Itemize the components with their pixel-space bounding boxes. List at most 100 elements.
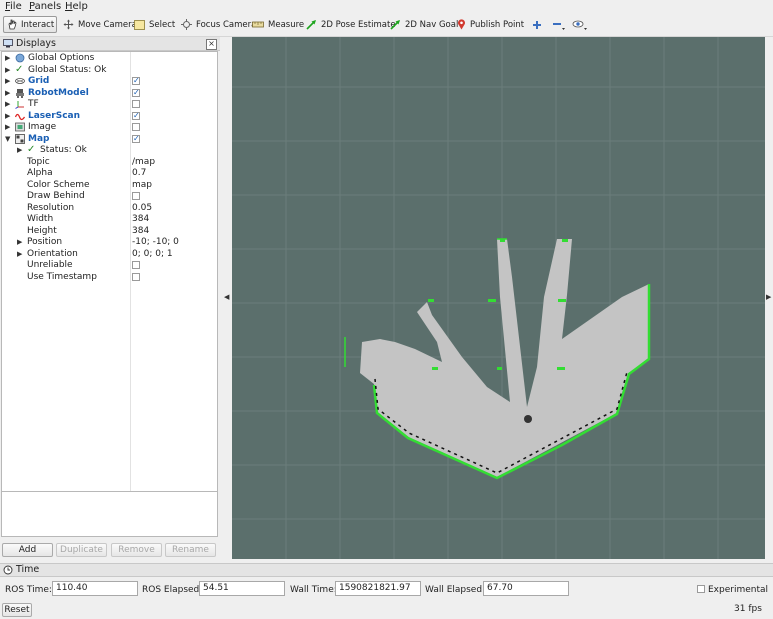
ros-elapsed-field[interactable]: 54.51 [199,581,285,596]
collapse-arrow-icon[interactable]: ▼ [5,135,10,143]
move-arrows-icon [63,19,74,30]
tree-label: Color Scheme [27,179,90,190]
tree-label: Topic [27,156,50,167]
tf-enabled-checkbox[interactable] [132,100,140,108]
tree-label: Draw Behind [27,191,85,201]
expand-arrow-icon[interactable]: ▶ [17,250,22,258]
unreliable-checkbox[interactable] [132,261,140,269]
select-button[interactable]: Select [131,16,178,33]
tree-row-draw-behind[interactable]: Draw Behind [2,191,217,203]
menu-help[interactable]: Help [65,1,88,12]
publish-point-button[interactable]: Publish Point [454,16,527,33]
tree-row-alpha[interactable]: Alpha 0.7 [2,168,217,180]
tree-label: Width [27,214,54,224]
displays-title-bar: Displays × [0,37,220,51]
collapse-right-icon[interactable]: ▶ [766,293,771,301]
wall-elapsed-field[interactable]: 67.70 [483,581,569,596]
expand-arrow-icon[interactable]: ▶ [5,112,10,120]
expand-arrow-icon[interactable]: ▶ [5,54,10,62]
expand-arrow-icon[interactable]: ▶ [5,123,10,131]
close-icon[interactable]: × [206,39,217,50]
grid-enabled-checkbox[interactable]: ✓ [132,77,140,85]
laser-wave-icon [15,113,25,120]
height-value[interactable]: 384 [132,226,149,236]
interact-tool-button[interactable]: Interact [3,16,57,33]
menu-panels[interactable]: Panels [29,1,61,12]
expand-arrow-icon[interactable]: ▶ [5,100,10,108]
tree-label: Unreliable [27,260,73,270]
tree-row-global-options[interactable]: ▶ Global Options [2,53,217,65]
fps-readout: 31 fps [734,604,762,614]
expand-arrow-icon[interactable]: ▶ [5,89,10,97]
expand-arrow-icon[interactable]: ▶ [17,238,22,246]
remove-tool-button[interactable] [549,16,569,33]
image-icon [15,122,25,132]
measure-button[interactable]: Measure [249,16,307,33]
tree-row-position[interactable]: ▶ Position -10; -10; 0 [2,237,217,249]
map-visualization[interactable] [232,37,765,559]
add-tool-button[interactable] [529,16,545,33]
tree-row-image[interactable]: ▶ Image [2,122,217,134]
eye-icon [572,20,587,30]
tree-row-laserscan[interactable]: ▶ LaserScan ✓ [2,111,217,123]
resolution-value[interactable]: 0.05 [132,203,152,213]
ros-time-field[interactable]: 110.40 [52,581,138,596]
alpha-value[interactable]: 0.7 [132,168,146,178]
wall-time-field[interactable]: 1590821821.97 [335,581,421,596]
laserscan-enabled-checkbox[interactable]: ✓ [132,111,140,120]
reset-button[interactable]: Reset [2,603,32,617]
toolbar: Interact Move Camera Select Focus Camera… [0,14,773,37]
use-timestamp-checkbox[interactable] [132,272,140,281]
tree-row-height[interactable]: Height 384 [2,226,217,238]
tree-row-grid[interactable]: ▶ Grid ✓ [2,76,217,88]
add-button[interactable]: Add [2,543,53,557]
experimental-checkbox[interactable] [697,585,705,593]
focus-camera-label: Focus Camera [196,19,257,30]
tree-row-width[interactable]: Width 384 [2,214,217,226]
interact-label: Interact [21,19,55,30]
nav-goal-button[interactable]: 2D Nav Goal [387,16,461,33]
focus-camera-button[interactable]: Focus Camera [178,16,259,33]
color-scheme-value[interactable]: map [132,180,152,190]
remove-button[interactable]: Remove [111,543,162,557]
tree-row-global-status[interactable]: ▶ ✓ Global Status: Ok [2,64,217,77]
tree-row-resolution[interactable]: Resolution 0.05 [2,203,217,215]
tree-label: Resolution [27,202,75,213]
plus-icon [533,20,541,29]
tree-row-map-status[interactable]: ▶ ✓ Status: Ok [2,145,217,157]
orientation-value[interactable]: 0; 0; 0; 1 [132,249,173,259]
tree-row-robotmodel[interactable]: ▶ RobotModel ✓ [2,88,217,100]
view-background [232,37,765,559]
robotmodel-enabled-checkbox[interactable]: ✓ [132,88,140,97]
green-arrow-icon [390,20,400,30]
tree-row-topic[interactable]: Topic /map [2,157,217,169]
menu-file[interactable]: File [5,1,22,12]
checkmark-icon: ✓ [27,144,36,155]
move-camera-button[interactable]: Move Camera [60,16,140,33]
tree-row-color-scheme[interactable]: Color Scheme map [2,180,217,192]
width-value[interactable]: 384 [132,214,149,224]
tree-label: Global Options [28,53,95,63]
image-enabled-checkbox[interactable] [132,123,140,131]
tree-row-use-timestamp[interactable]: Use Timestamp [2,272,217,284]
duplicate-button[interactable]: Duplicate [56,543,107,557]
tree-row-orientation[interactable]: ▶ Orientation 0; 0; 0; 1 [2,249,217,261]
pose-estimate-button[interactable]: 2D Pose Estimate [303,16,399,33]
tree-row-unreliable[interactable]: Unreliable [2,260,217,272]
map-enabled-checkbox[interactable]: ✓ [132,134,140,143]
expand-arrow-icon[interactable]: ▶ [5,77,10,85]
expand-arrow-icon[interactable]: ▶ [5,66,10,74]
draw-behind-checkbox[interactable] [132,192,140,200]
tree-label: Use Timestamp [27,271,97,282]
view-options-button[interactable] [569,16,591,33]
tree-label: Map [28,133,50,144]
render-view[interactable] [232,37,765,559]
map-pin-icon [458,19,465,30]
expand-arrow-icon[interactable]: ▶ [17,146,22,154]
tree-row-tf[interactable]: ▶ TF [2,99,217,111]
position-value[interactable]: -10; -10; 0 [132,237,179,247]
topic-value[interactable]: /map [132,157,155,167]
rename-button[interactable]: Rename [165,543,216,557]
publish-point-label: Publish Point [470,19,525,30]
collapse-left-icon[interactable]: ◀ [224,293,229,301]
